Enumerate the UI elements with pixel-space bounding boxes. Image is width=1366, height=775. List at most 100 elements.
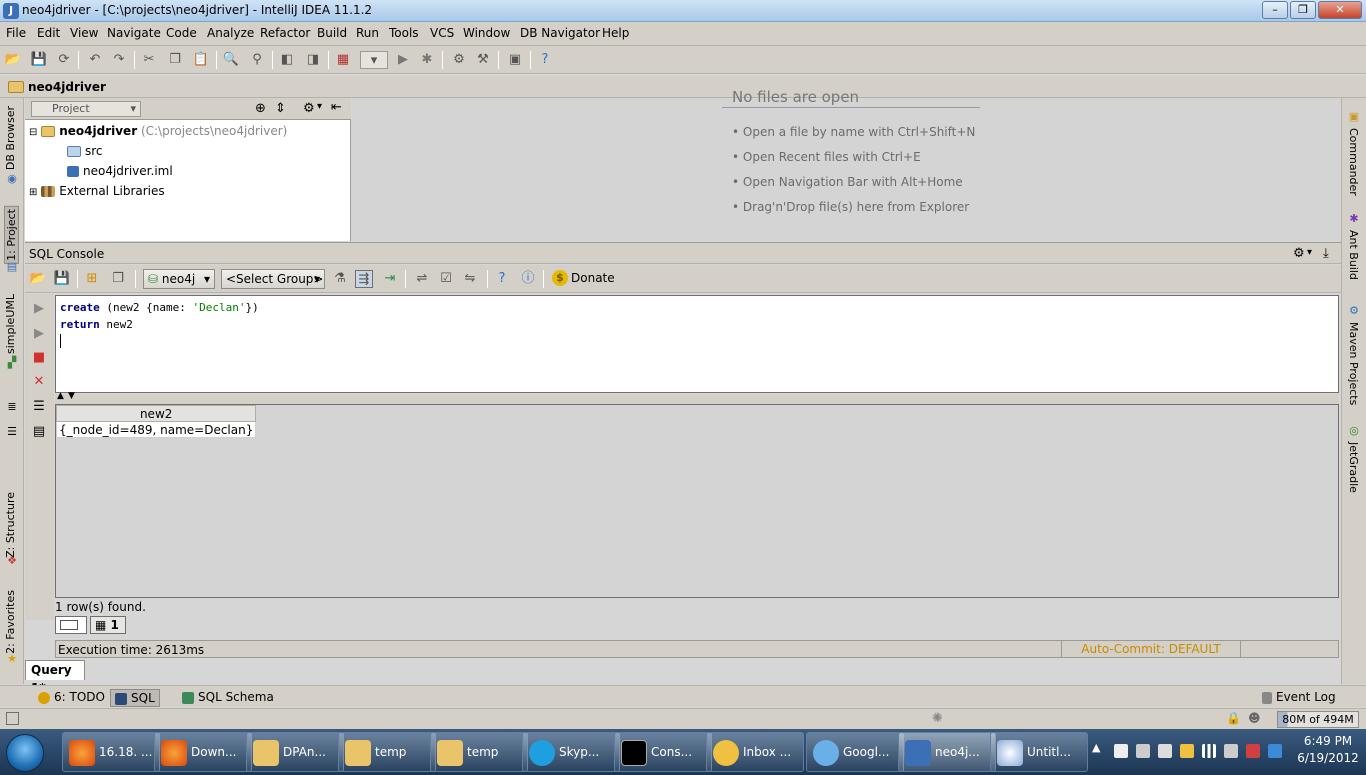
close-icon[interactable]: ✕	[32, 375, 46, 389]
lock-icon[interactable]: 🔒	[1226, 711, 1241, 725]
run-icon[interactable]: ▶	[394, 51, 412, 69]
tree-item-libraries[interactable]: ⊞ External Libraries	[29, 182, 165, 200]
redo-icon[interactable]: ↷	[110, 51, 128, 69]
make-icon[interactable]: ▦	[334, 51, 352, 69]
project-structure-icon[interactable]: ⚒	[474, 51, 492, 69]
menu-help[interactable]: Help	[602, 26, 629, 40]
menu-code[interactable]: Code	[166, 26, 197, 40]
connection-combo[interactable]: ⛁ neo4j ▾	[143, 269, 215, 289]
tab-todo[interactable]: 6: TODO	[34, 689, 109, 707]
export-results-icon[interactable]: ▤	[32, 425, 46, 439]
save-icon[interactable]: 💾	[30, 51, 48, 69]
commit-icon[interactable]: ☑	[437, 270, 455, 288]
find-icon[interactable]: 🔍	[222, 51, 240, 69]
breadcrumb[interactable]: neo4jdriver	[28, 80, 106, 94]
tab-jetgradle[interactable]: JetGradle	[1347, 442, 1360, 493]
project-view-combo[interactable]: Project ▾	[31, 101, 141, 117]
tree-item-src[interactable]: src	[67, 142, 103, 160]
show-hidden-icons[interactable]: ▲	[1092, 741, 1100, 754]
cut-icon[interactable]: ✂	[140, 51, 158, 69]
help-icon[interactable]: ?	[536, 51, 554, 69]
menu-view[interactable]: View	[70, 26, 98, 40]
minimize-button[interactable]: –	[1262, 1, 1288, 19]
expand-up-icon[interactable]: ▲	[57, 391, 64, 401]
battery-icon[interactable]	[1158, 744, 1172, 758]
text-view-button[interactable]	[55, 616, 87, 634]
menu-db-navigator[interactable]: DB Navigator	[520, 26, 600, 40]
inspector-icon[interactable]: ☻	[1248, 711, 1261, 725]
menu-window[interactable]: Window	[463, 26, 510, 40]
tab-event-log[interactable]: Event Log	[1258, 689, 1340, 707]
memory-indicator[interactable]: 80M of 494M	[1277, 711, 1359, 728]
copy-icon[interactable]: ❐	[166, 51, 184, 69]
tree-item-iml[interactable]: neo4jdriver.iml	[67, 162, 173, 180]
sync-icon[interactable]: ⟳	[55, 51, 73, 69]
scroll-from-source-icon[interactable]: ⊕	[255, 101, 266, 116]
clock[interactable]: 6:49 PM 6/19/2012	[1296, 733, 1360, 767]
donate-button[interactable]: Donate	[571, 271, 615, 285]
task-paint[interactable]: Untitl...	[990, 732, 1088, 772]
tab-sql[interactable]: SQL	[110, 689, 160, 707]
sync-icon[interactable]	[1268, 744, 1282, 758]
debug-icon[interactable]: ✱	[418, 51, 436, 69]
connect-icon[interactable]: ⚗	[331, 270, 349, 288]
save-icon[interactable]: 💾	[53, 270, 71, 288]
tab-sql-schema[interactable]: SQL Schema	[178, 689, 278, 707]
volume-icon[interactable]	[1224, 744, 1238, 758]
menu-analyze[interactable]: Analyze	[207, 26, 254, 40]
query-tab[interactable]: Query 1*	[25, 660, 85, 695]
task-explorer-3[interactable]: temp	[430, 732, 528, 772]
results-splitter[interactable]: ▲ ▼	[55, 391, 1339, 404]
rollback-icon[interactable]: ⇋	[461, 270, 479, 288]
replace-icon[interactable]: ⚲	[248, 51, 266, 69]
info-icon[interactable]: ⓘ	[519, 270, 537, 288]
task-outlook[interactable]: Inbox ...	[706, 732, 804, 772]
flag-icon[interactable]	[1114, 744, 1128, 758]
gear-icon[interactable]: ⚙	[303, 101, 315, 116]
execute-selection-icon[interactable]: ▶	[32, 327, 46, 341]
forward-icon[interactable]: ◨	[304, 51, 322, 69]
notify-icon[interactable]	[1180, 744, 1194, 758]
undo-icon[interactable]: ↶	[86, 51, 104, 69]
menu-edit[interactable]: Edit	[37, 26, 60, 40]
gmail-icon[interactable]	[1246, 744, 1260, 758]
tab-ant-build[interactable]: Ant Build	[1347, 230, 1360, 280]
execute-icon[interactable]: ▶	[32, 302, 46, 316]
task-console[interactable]: Cons...	[614, 732, 712, 772]
menu-run[interactable]: Run	[356, 26, 379, 40]
split-icon[interactable]: ⇌	[413, 270, 431, 288]
column-header[interactable]: new2	[55, 405, 257, 422]
expand-icon[interactable]: ⊞	[29, 187, 37, 198]
open-icon[interactable]: 📂	[4, 51, 22, 69]
hide-panel-icon[interactable]: ⤓	[1323, 246, 1329, 261]
grid-view-button[interactable]: ▦ 1	[90, 616, 126, 634]
table-row[interactable]: {_node_id=489, name=Declan}	[55, 421, 257, 438]
auto-commit-status[interactable]: Auto-Commit: DEFAULT	[1061, 641, 1241, 657]
tab-db-browser[interactable]: DB Browser	[4, 106, 17, 170]
device-icon[interactable]	[1136, 744, 1150, 758]
task-explorer-1[interactable]: DPAn...	[246, 732, 344, 772]
menu-navigate[interactable]: Navigate	[107, 26, 161, 40]
export-icon[interactable]: ⇥	[381, 270, 399, 288]
task-skype[interactable]: Skyp...	[522, 732, 620, 772]
copy-icon[interactable]: ❐	[109, 270, 127, 288]
tab-favorites[interactable]: 2: Favorites	[4, 590, 17, 654]
expand-down-icon[interactable]: ▼	[68, 391, 75, 401]
tree-item-root[interactable]: ⊟ neo4jdriver (C:\projects\neo4jdriver)	[29, 122, 287, 140]
history-icon[interactable]: ☰	[32, 400, 46, 414]
settings-icon[interactable]: ⚙	[450, 51, 468, 69]
collapse-icon[interactable]: ⊟	[29, 127, 37, 138]
tab-structure[interactable]: Z: Structure	[4, 492, 17, 558]
sql-editor[interactable]: create (new2 {name: 'Declan'}) return ne…	[55, 295, 1339, 393]
task-google-talk[interactable]: Googl...	[806, 732, 904, 772]
new-console-icon[interactable]: ⊞	[83, 270, 101, 288]
help-icon[interactable]: ?	[493, 270, 511, 288]
network-icon[interactable]	[1202, 744, 1216, 758]
tab-project[interactable]: 1: Project	[4, 206, 19, 264]
task-firefox-2[interactable]: Down...	[154, 732, 252, 772]
task-firefox-1[interactable]: 16.18. ...	[62, 732, 160, 772]
menu-tools[interactable]: Tools	[389, 26, 419, 40]
task-explorer-2[interactable]: temp	[338, 732, 436, 772]
gear-icon[interactable]: ⚙	[1293, 246, 1305, 261]
tab-simpleuml[interactable]: simpleUML	[4, 294, 17, 354]
